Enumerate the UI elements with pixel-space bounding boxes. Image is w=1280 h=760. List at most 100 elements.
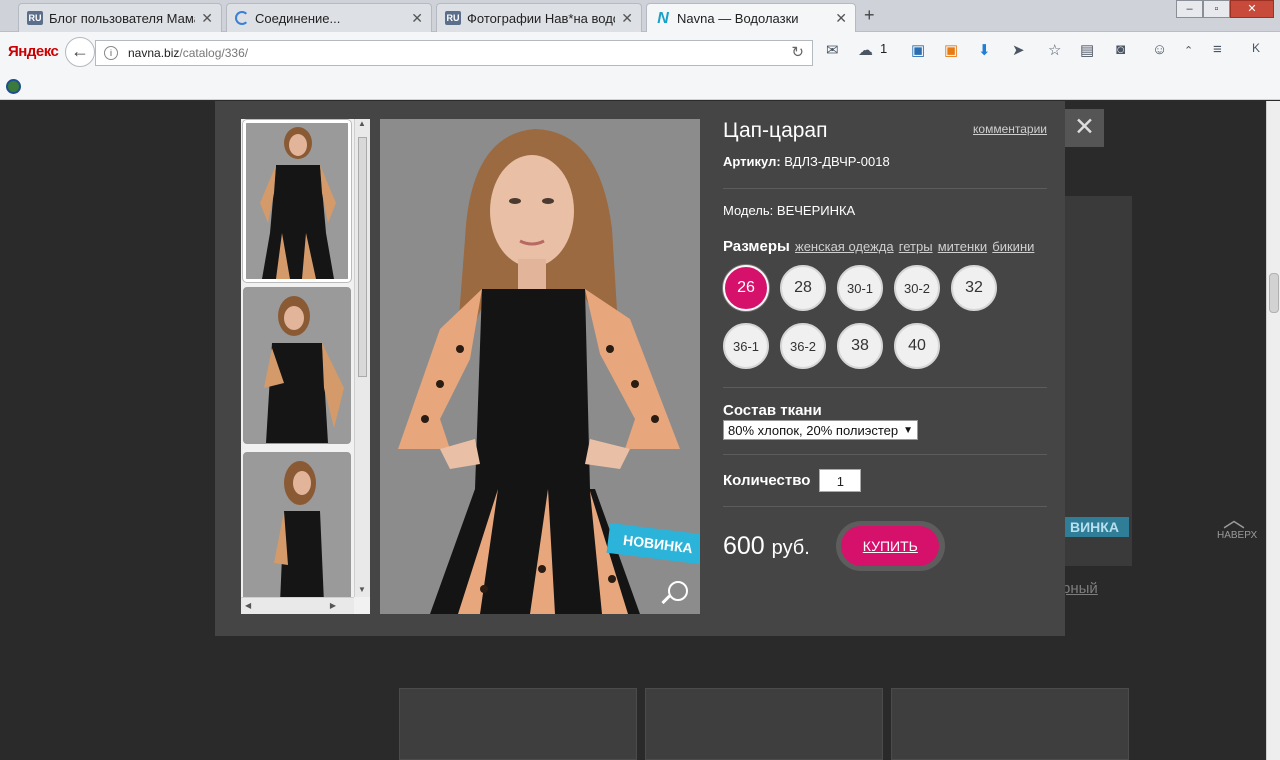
browser-tab[interactable]: Соединение... ✕ xyxy=(226,3,432,32)
fabric-select[interactable]: 80% хлопок, 20% полиэстер ▼ xyxy=(723,420,918,440)
size-option[interactable]: 36-1 xyxy=(723,323,769,369)
bookmark-star-icon[interactable]: ☆ xyxy=(1048,41,1061,59)
send-icon[interactable]: ➤ xyxy=(1012,41,1025,59)
quantity-row: Количество 1 xyxy=(723,469,1047,492)
chevron-up-icon: ︿ xyxy=(1222,507,1245,532)
model-value: ВЕЧЕРИНКА xyxy=(776,203,856,218)
ru-favicon-icon: RU xyxy=(445,11,461,25)
download-icon[interactable]: ⬇ xyxy=(978,41,991,59)
new-tab-button[interactable]: + xyxy=(864,5,875,26)
article-line: Артикул: ВДЛЗ-ДВЧР-0018 xyxy=(723,154,1047,169)
size-option[interactable]: 30-1 xyxy=(837,265,883,311)
tab-title: Блог пользователя Мама ... xyxy=(49,10,195,26)
product-info-panel: Цап-царап комментарии Артикул: ВДЛЗ-ДВЧР… xyxy=(723,119,1047,571)
size-option[interactable]: 32 xyxy=(951,265,997,311)
tab-close-icon[interactable]: ✕ xyxy=(621,10,633,27)
scrollbar-thumb[interactable] xyxy=(1269,273,1279,313)
scrollbar-thumb[interactable] xyxy=(358,137,367,377)
scroll-down-arrow-icon[interactable]: ▼ xyxy=(358,585,366,594)
navna-favicon-icon: N xyxy=(657,9,669,27)
divider xyxy=(723,454,1047,455)
page-scrollbar[interactable] xyxy=(1266,101,1280,760)
mail-icon[interactable]: ✉ xyxy=(826,41,839,59)
smiley-icon[interactable]: ☺ xyxy=(1152,41,1167,58)
model-label: Модель: xyxy=(723,203,774,218)
minimize-button[interactable]: ‒ xyxy=(1176,0,1203,18)
product-photo xyxy=(246,123,348,279)
background-product-thumb xyxy=(399,688,637,760)
size-selector: 26 28 30-1 30-2 32 36-1 36-2 38 40 xyxy=(723,265,1023,381)
quantity-input[interactable]: 1 xyxy=(819,469,862,492)
site-info-icon[interactable]: i xyxy=(104,46,118,60)
size-option[interactable]: 28 xyxy=(780,265,826,311)
dropdown-arrow-icon: ▼ xyxy=(903,425,913,436)
tab-close-icon[interactable]: ✕ xyxy=(201,10,213,27)
thumbnail-scrollbar[interactable]: ▲ ▼ xyxy=(354,119,370,597)
size-link-bikini[interactable]: бикини xyxy=(992,239,1034,254)
pocket-icon[interactable]: ◙ xyxy=(1116,41,1125,58)
close-window-button[interactable]: ✕ xyxy=(1230,0,1274,18)
url-path: /catalog/336/ xyxy=(179,46,249,60)
scroll-left-arrow-icon[interactable]: ◀ xyxy=(245,601,251,610)
size-option[interactable]: 30-2 xyxy=(894,265,940,311)
product-thumbnail[interactable] xyxy=(243,452,351,602)
size-option[interactable]: 38 xyxy=(837,323,883,369)
thumbnail-horizontal-scrollbar[interactable]: ◀ ▶ xyxy=(241,597,354,614)
fabric-select-value: 80% хлопок, 20% полиэстер xyxy=(728,423,899,438)
browser-tab[interactable]: RU Фотографии Нав*на водо... ✕ xyxy=(436,3,642,32)
odnoklassniki-icon[interactable]: ▣ xyxy=(944,41,958,59)
reload-icon[interactable]: ↻ xyxy=(791,41,804,65)
product-photo xyxy=(244,453,350,601)
zoom-icon[interactable] xyxy=(668,581,688,601)
size-link-gaiters[interactable]: гетры xyxy=(899,239,933,254)
size-option[interactable]: 36-2 xyxy=(780,323,826,369)
size-link-womens-clothing[interactable]: женская одежда xyxy=(795,239,894,254)
buy-button-ring: КУПИТЬ xyxy=(835,521,945,571)
cloud-icon[interactable]: ☁ xyxy=(858,41,873,59)
product-thumbnail[interactable] xyxy=(243,120,351,282)
tab-close-icon[interactable]: ✕ xyxy=(411,10,423,27)
tab-close-icon[interactable]: ✕ xyxy=(835,10,847,27)
price-currency: руб. xyxy=(771,536,810,559)
extension-p-icon[interactable]: ▣ xyxy=(911,41,925,59)
fabric-label: Состав ткани xyxy=(723,402,822,419)
buy-button[interactable]: КУПИТЬ xyxy=(841,526,940,566)
product-thumbnail[interactable] xyxy=(243,287,351,444)
chevron-up-icon[interactable]: ⌃ xyxy=(1184,44,1193,57)
scroll-to-top-label: НАВЕРХ xyxy=(1217,530,1258,541)
thumbnail-gallery: ▲ ▼ ◀ ▶ xyxy=(241,119,370,614)
main-product-image[interactable]: НОВИНКА xyxy=(380,119,700,614)
scroll-up-arrow-icon[interactable]: ▲ xyxy=(358,119,366,128)
article-value: ВДЛЗ-ДВЧР-0018 xyxy=(784,154,890,169)
menu-icon[interactable]: ≡ xyxy=(1213,41,1222,58)
browser-tab-bar: RU Блог пользователя Мама ... ✕ Соединен… xyxy=(0,0,1280,33)
size-option[interactable]: 40 xyxy=(894,323,940,369)
maximize-button[interactable]: ▫ xyxy=(1203,0,1230,18)
size-link-mittens[interactable]: митенки xyxy=(938,239,987,254)
address-bar[interactable]: i navna.biz/catalog/336/ ↻ xyxy=(95,40,813,66)
price-row: 600 руб. КУПИТЬ xyxy=(723,521,1047,571)
background-product-link[interactable]: рный xyxy=(1062,580,1098,597)
loading-spinner-icon xyxy=(235,11,249,25)
profile-k-icon[interactable]: K xyxy=(1252,41,1260,55)
browser-tab-active[interactable]: N Navna — Водолазки ✕ xyxy=(646,3,856,33)
comments-link[interactable]: комментарии xyxy=(973,122,1047,136)
size-option-selected[interactable]: 26 xyxy=(723,265,769,311)
yandex-logo[interactable]: Яндекс xyxy=(8,43,59,60)
product-photo xyxy=(244,288,350,443)
reading-list-icon[interactable]: ▤ xyxy=(1080,41,1094,59)
tab-title: Navna — Водолазки xyxy=(677,11,799,26)
product-modal: ▲ ▼ ◀ ▶ НОВИНКА Цап-царап комментарии Ар… xyxy=(215,101,1065,636)
close-modal-button[interactable]: ✕ xyxy=(1065,109,1104,147)
sizes-header: Размеры женская одежда гетры митенки бик… xyxy=(723,238,1047,255)
bookmark-site-icon[interactable] xyxy=(6,79,21,94)
back-button[interactable]: ← xyxy=(65,37,95,67)
scroll-right-arrow-icon[interactable]: ▶ xyxy=(330,601,336,610)
tab-title: Фотографии Нав*на водо... xyxy=(467,10,616,26)
scroll-to-top-button[interactable]: ︿ НАВЕРХ xyxy=(1217,507,1258,542)
url-host: navna.biz xyxy=(128,46,180,60)
divider xyxy=(723,188,1047,189)
browser-tab[interactable]: RU Блог пользователя Мама ... ✕ xyxy=(18,3,222,32)
article-label: Артикул: xyxy=(723,154,781,169)
cloud-count: 1 xyxy=(880,41,888,56)
